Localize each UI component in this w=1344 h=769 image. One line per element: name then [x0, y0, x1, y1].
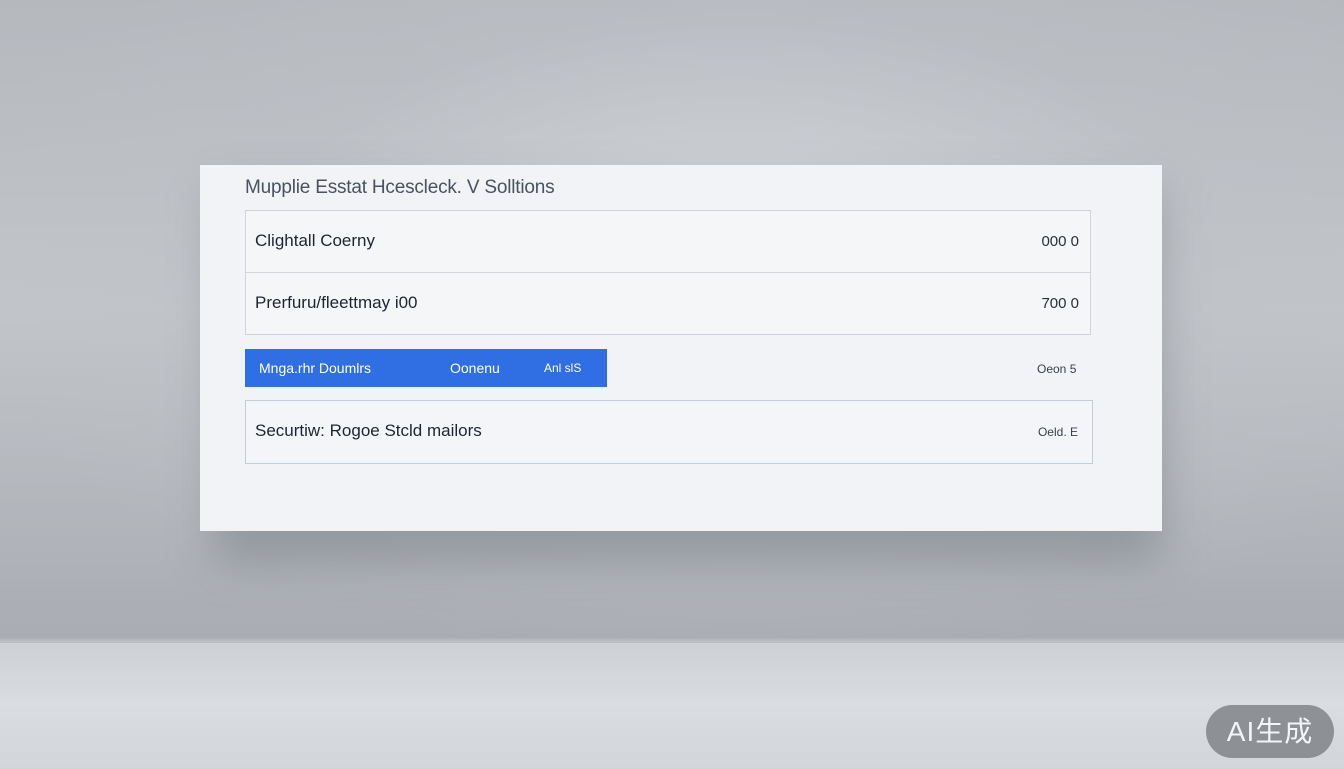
main-panel: Mupplie Esstat Hcescleck. V Solltions Cl…: [200, 165, 1162, 531]
highlight-label: Mnga.rhr Doumlrs: [259, 360, 372, 376]
highlight-column-2: Oonenu: [450, 360, 500, 376]
selected-row-highlight[interactable]: Mnga.rhr Doumlrs Oonenu Anl slS: [245, 349, 607, 387]
ai-generated-badge: AI生成: [1206, 705, 1334, 758]
highlight-row-value: Oeon 5: [1037, 362, 1077, 376]
list-item[interactable]: Clightall Coerny 000 0: [246, 211, 1090, 273]
row-value: 000 0: [1041, 233, 1079, 250]
security-value: Oeld. E: [1037, 425, 1078, 439]
panel-title: Mupplie Esstat Hcescleck. V Solltions: [245, 177, 555, 198]
row-label: Clightall Coerny: [255, 231, 375, 250]
security-row[interactable]: Securtiw: Rogoe Stcld mailors Oeld. E: [245, 400, 1093, 464]
security-label: Securtiw: Rogoe Stcld mailors: [255, 421, 482, 440]
background-floor: [0, 642, 1344, 769]
list-item[interactable]: Prerfuru/fleettmay i00 700 0: [246, 273, 1090, 335]
settings-group: Clightall Coerny 000 0 Prerfuru/fleettma…: [245, 210, 1091, 335]
row-value: 700 0: [1041, 295, 1079, 312]
highlight-column-3: Anl slS: [544, 361, 582, 375]
row-label: Prerfuru/fleettmay i00: [255, 293, 418, 312]
